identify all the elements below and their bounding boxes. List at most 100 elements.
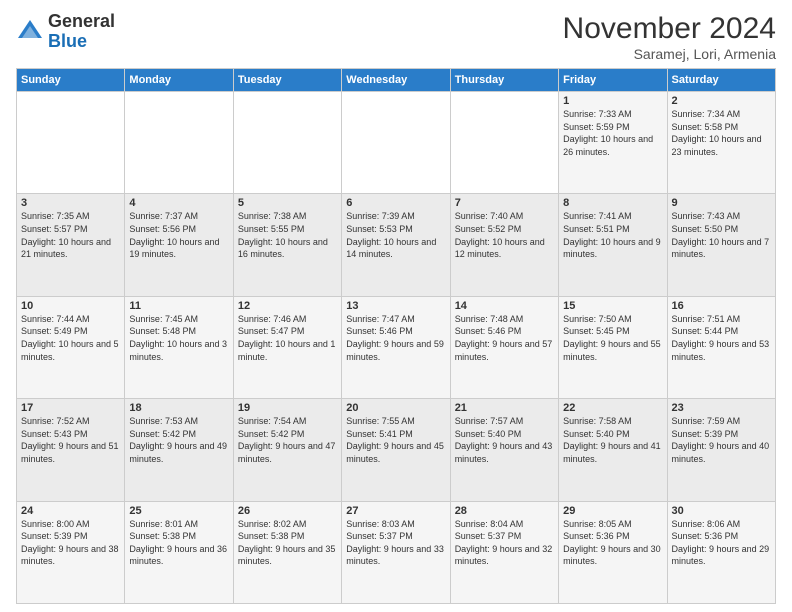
calendar-cell: 3Sunrise: 7:35 AM Sunset: 5:57 PM Daylig… [17, 194, 125, 296]
calendar-header: SundayMondayTuesdayWednesdayThursdayFrid… [17, 69, 776, 92]
title-block: November 2024 Saramej, Lori, Armenia [563, 12, 776, 62]
weekday-row: SundayMondayTuesdayWednesdayThursdayFrid… [17, 69, 776, 92]
logo-icon [16, 18, 44, 46]
weekday-header-tuesday: Tuesday [233, 69, 341, 92]
calendar-cell: 1Sunrise: 7:33 AM Sunset: 5:59 PM Daylig… [559, 92, 667, 194]
logo-blue-text: Blue [48, 31, 87, 51]
day-number: 15 [563, 300, 662, 312]
calendar-cell: 12Sunrise: 7:46 AM Sunset: 5:47 PM Dayli… [233, 296, 341, 398]
day-number: 9 [672, 197, 771, 209]
day-number: 17 [21, 402, 120, 414]
calendar-cell: 21Sunrise: 7:57 AM Sunset: 5:40 PM Dayli… [450, 399, 558, 501]
weekday-header-thursday: Thursday [450, 69, 558, 92]
calendar-week-2: 3Sunrise: 7:35 AM Sunset: 5:57 PM Daylig… [17, 194, 776, 296]
day-number: 22 [563, 402, 662, 414]
day-number: 12 [238, 300, 337, 312]
day-detail: Sunrise: 7:57 AM Sunset: 5:40 PM Dayligh… [455, 415, 554, 465]
calendar-cell: 28Sunrise: 8:04 AM Sunset: 5:37 PM Dayli… [450, 501, 558, 603]
day-detail: Sunrise: 7:54 AM Sunset: 5:42 PM Dayligh… [238, 415, 337, 465]
calendar-cell: 9Sunrise: 7:43 AM Sunset: 5:50 PM Daylig… [667, 194, 775, 296]
day-number: 28 [455, 505, 554, 517]
day-detail: Sunrise: 7:55 AM Sunset: 5:41 PM Dayligh… [346, 415, 445, 465]
calendar-cell [125, 92, 233, 194]
day-detail: Sunrise: 7:48 AM Sunset: 5:46 PM Dayligh… [455, 313, 554, 363]
calendar-cell: 6Sunrise: 7:39 AM Sunset: 5:53 PM Daylig… [342, 194, 450, 296]
calendar-cell: 16Sunrise: 7:51 AM Sunset: 5:44 PM Dayli… [667, 296, 775, 398]
calendar-cell: 10Sunrise: 7:44 AM Sunset: 5:49 PM Dayli… [17, 296, 125, 398]
day-number: 21 [455, 402, 554, 414]
calendar-cell [450, 92, 558, 194]
day-number: 18 [129, 402, 228, 414]
calendar-cell: 25Sunrise: 8:01 AM Sunset: 5:38 PM Dayli… [125, 501, 233, 603]
calendar-table: SundayMondayTuesdayWednesdayThursdayFrid… [16, 68, 776, 604]
day-number: 26 [238, 505, 337, 517]
day-number: 10 [21, 300, 120, 312]
day-detail: Sunrise: 7:47 AM Sunset: 5:46 PM Dayligh… [346, 313, 445, 363]
calendar-cell: 27Sunrise: 8:03 AM Sunset: 5:37 PM Dayli… [342, 501, 450, 603]
day-detail: Sunrise: 7:59 AM Sunset: 5:39 PM Dayligh… [672, 415, 771, 465]
calendar-cell [17, 92, 125, 194]
day-detail: Sunrise: 7:46 AM Sunset: 5:47 PM Dayligh… [238, 313, 337, 363]
day-detail: Sunrise: 8:03 AM Sunset: 5:37 PM Dayligh… [346, 518, 445, 568]
calendar-cell: 8Sunrise: 7:41 AM Sunset: 5:51 PM Daylig… [559, 194, 667, 296]
day-number: 3 [21, 197, 120, 209]
calendar-cell: 19Sunrise: 7:54 AM Sunset: 5:42 PM Dayli… [233, 399, 341, 501]
calendar-cell: 20Sunrise: 7:55 AM Sunset: 5:41 PM Dayli… [342, 399, 450, 501]
day-detail: Sunrise: 7:43 AM Sunset: 5:50 PM Dayligh… [672, 210, 771, 260]
calendar-cell [342, 92, 450, 194]
logo-general-text: General [48, 11, 115, 31]
calendar-cell: 2Sunrise: 7:34 AM Sunset: 5:58 PM Daylig… [667, 92, 775, 194]
calendar-cell: 13Sunrise: 7:47 AM Sunset: 5:46 PM Dayli… [342, 296, 450, 398]
calendar-week-4: 17Sunrise: 7:52 AM Sunset: 5:43 PM Dayli… [17, 399, 776, 501]
calendar-page: General Blue November 2024 Saramej, Lori… [0, 0, 792, 612]
calendar-week-1: 1Sunrise: 7:33 AM Sunset: 5:59 PM Daylig… [17, 92, 776, 194]
day-detail: Sunrise: 8:04 AM Sunset: 5:37 PM Dayligh… [455, 518, 554, 568]
header: General Blue November 2024 Saramej, Lori… [16, 12, 776, 62]
calendar-cell: 29Sunrise: 8:05 AM Sunset: 5:36 PM Dayli… [559, 501, 667, 603]
day-number: 25 [129, 505, 228, 517]
calendar-cell: 15Sunrise: 7:50 AM Sunset: 5:45 PM Dayli… [559, 296, 667, 398]
day-number: 13 [346, 300, 445, 312]
calendar-cell: 22Sunrise: 7:58 AM Sunset: 5:40 PM Dayli… [559, 399, 667, 501]
day-detail: Sunrise: 7:52 AM Sunset: 5:43 PM Dayligh… [21, 415, 120, 465]
day-detail: Sunrise: 8:06 AM Sunset: 5:36 PM Dayligh… [672, 518, 771, 568]
weekday-header-sunday: Sunday [17, 69, 125, 92]
day-number: 2 [672, 95, 771, 107]
location-text: Saramej, Lori, Armenia [563, 46, 776, 62]
day-detail: Sunrise: 8:01 AM Sunset: 5:38 PM Dayligh… [129, 518, 228, 568]
day-detail: Sunrise: 8:00 AM Sunset: 5:39 PM Dayligh… [21, 518, 120, 568]
day-detail: Sunrise: 7:34 AM Sunset: 5:58 PM Dayligh… [672, 108, 771, 158]
day-detail: Sunrise: 7:41 AM Sunset: 5:51 PM Dayligh… [563, 210, 662, 260]
day-number: 8 [563, 197, 662, 209]
day-number: 27 [346, 505, 445, 517]
calendar-cell: 30Sunrise: 8:06 AM Sunset: 5:36 PM Dayli… [667, 501, 775, 603]
day-detail: Sunrise: 7:51 AM Sunset: 5:44 PM Dayligh… [672, 313, 771, 363]
day-detail: Sunrise: 7:45 AM Sunset: 5:48 PM Dayligh… [129, 313, 228, 363]
calendar-cell: 11Sunrise: 7:45 AM Sunset: 5:48 PM Dayli… [125, 296, 233, 398]
day-number: 11 [129, 300, 228, 312]
calendar-cell: 17Sunrise: 7:52 AM Sunset: 5:43 PM Dayli… [17, 399, 125, 501]
weekday-header-monday: Monday [125, 69, 233, 92]
calendar-body: 1Sunrise: 7:33 AM Sunset: 5:59 PM Daylig… [17, 92, 776, 604]
day-number: 29 [563, 505, 662, 517]
calendar-cell: 23Sunrise: 7:59 AM Sunset: 5:39 PM Dayli… [667, 399, 775, 501]
day-number: 24 [21, 505, 120, 517]
day-detail: Sunrise: 7:44 AM Sunset: 5:49 PM Dayligh… [21, 313, 120, 363]
day-number: 6 [346, 197, 445, 209]
day-detail: Sunrise: 7:35 AM Sunset: 5:57 PM Dayligh… [21, 210, 120, 260]
weekday-header-saturday: Saturday [667, 69, 775, 92]
day-detail: Sunrise: 8:02 AM Sunset: 5:38 PM Dayligh… [238, 518, 337, 568]
day-number: 5 [238, 197, 337, 209]
day-detail: Sunrise: 7:58 AM Sunset: 5:40 PM Dayligh… [563, 415, 662, 465]
day-number: 20 [346, 402, 445, 414]
day-detail: Sunrise: 7:38 AM Sunset: 5:55 PM Dayligh… [238, 210, 337, 260]
day-detail: Sunrise: 7:39 AM Sunset: 5:53 PM Dayligh… [346, 210, 445, 260]
calendar-cell: 26Sunrise: 8:02 AM Sunset: 5:38 PM Dayli… [233, 501, 341, 603]
calendar-week-3: 10Sunrise: 7:44 AM Sunset: 5:49 PM Dayli… [17, 296, 776, 398]
day-detail: Sunrise: 8:05 AM Sunset: 5:36 PM Dayligh… [563, 518, 662, 568]
calendar-cell: 24Sunrise: 8:00 AM Sunset: 5:39 PM Dayli… [17, 501, 125, 603]
calendar-cell [233, 92, 341, 194]
day-number: 30 [672, 505, 771, 517]
day-number: 7 [455, 197, 554, 209]
day-number: 16 [672, 300, 771, 312]
